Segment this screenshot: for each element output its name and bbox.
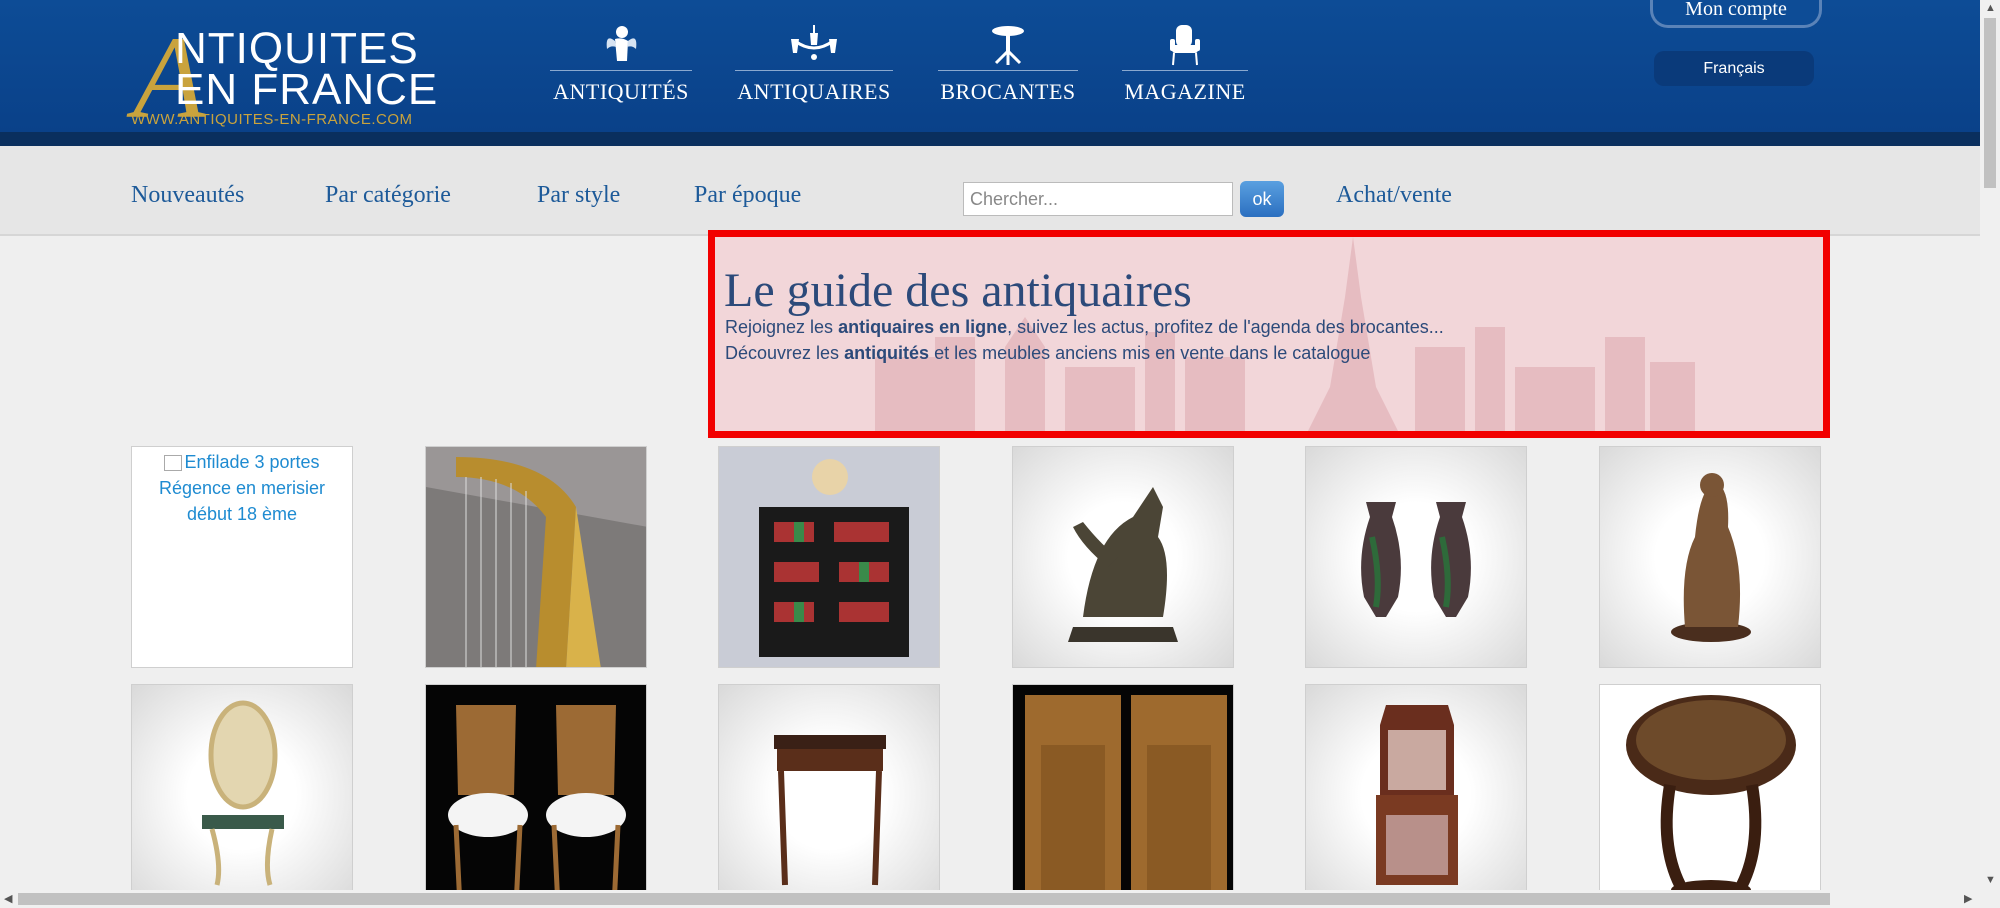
vertical-scroll-thumb[interactable] [1984,18,1996,188]
bookcase-image [719,447,939,667]
sub-nav: Nouveautés Par catégorie Par style Par é… [0,146,1980,236]
link-par-epoque[interactable]: Par époque [694,182,801,209]
search-input[interactable]: Chercher... [963,182,1233,216]
nav-label: ANTIQUAIRES [737,79,891,104]
link-par-categorie[interactable]: Par catégorie [325,182,451,209]
product-tile-bronze-horse[interactable] [1012,446,1234,668]
nav-magazine[interactable]: MAGAZINE [1122,22,1248,105]
banner-title: Le guide des antiquaires [724,264,1192,317]
guide-banner: Le guide des antiquaires Rejoignez les a… [708,230,1830,438]
product-tile-bronze-sculpture[interactable] [1599,446,1821,668]
scroll-down-icon[interactable]: ▼ [1985,874,1996,886]
scroll-right-icon[interactable]: ▶ [1964,892,1972,905]
round-table-image [1626,695,1796,900]
wardrobe-image [1013,685,1233,905]
cherub-icon [550,22,692,68]
link-par-style[interactable]: Par style [537,182,620,209]
nav-antiquaires[interactable]: ANTIQUAIRES [735,22,893,105]
product-tile-mirror-console[interactable] [131,684,353,906]
pair-of-vases-image [1361,502,1471,617]
link-antiquites[interactable]: antiquités [844,343,929,363]
display-cabinet-image [1376,705,1458,885]
vertical-scrollbar[interactable]: ▲ ▼ [1980,0,2000,890]
product-tile-round-table[interactable] [1599,684,1821,906]
language-selector[interactable]: Français [1654,51,1814,86]
search-submit-button[interactable]: ok [1240,181,1284,217]
pair-of-chairs-image [426,685,646,905]
writing-desk-image [774,735,886,886]
product-tile-enfilade[interactable]: Enfilade 3 portes Régence en merisier dé… [131,446,353,668]
logo-url: WWW.ANTIQUITES-EN-FRANCE.COM [131,111,413,128]
armchair-icon [1122,22,1248,68]
nav-label: MAGAZINE [1124,79,1246,104]
nav-label: BROCANTES [940,79,1076,104]
account-button[interactable]: Mon compte [1650,0,1822,28]
nav-antiquites[interactable]: ANTIQUITÉS [550,22,692,105]
banner-line-1: Rejoignez les antiquaires en ligne, suiv… [725,317,1444,337]
broken-image-icon [164,455,183,472]
mirror-console-image [202,700,284,886]
product-tile-harp[interactable] [425,446,647,668]
harp-image [426,447,646,667]
image-alt-text: Enfilade 3 portes Régence en merisier dé… [158,452,326,524]
product-tile-bookcase[interactable] [718,446,940,668]
top-header: A NTIQUITES EN FRANCE WWW.ANTIQUITES-EN-… [0,0,1980,146]
bronze-horse-image [1068,487,1178,642]
product-tile-chairs[interactable] [425,684,647,906]
banner-line-2: Découvrez les antiquités et les meubles … [725,343,1371,363]
product-tile-writing-desk[interactable] [718,684,940,906]
nav-label: ANTIQUITÉS [553,79,689,104]
link-antiquaires-en-ligne[interactable]: antiquaires en ligne [838,317,1007,337]
scroll-left-icon[interactable]: ◀ [4,892,12,905]
product-tile-vases[interactable] [1305,446,1527,668]
horizontal-scroll-thumb[interactable] [18,893,1830,905]
chandelier-icon [735,22,893,68]
nav-brocantes[interactable]: BROCANTES [938,22,1078,105]
site-logo[interactable]: A NTIQUITES EN FRANCE WWW.ANTIQUITES-EN-… [131,19,441,137]
gueridon-table-icon [938,22,1078,68]
scroll-up-icon[interactable]: ▲ [1985,2,1996,14]
product-tile-wardrobe[interactable] [1012,684,1234,906]
bronze-sculpture-image [1671,473,1751,642]
horizontal-scrollbar[interactable]: ◀ ▶ [0,890,1980,908]
logo-line-2: EN FRANCE [175,65,439,114]
link-achat-vente[interactable]: Achat/vente [1336,182,1452,209]
product-tile-display-cabinet[interactable] [1305,684,1527,906]
link-nouveautes[interactable]: Nouveautés [131,182,244,209]
